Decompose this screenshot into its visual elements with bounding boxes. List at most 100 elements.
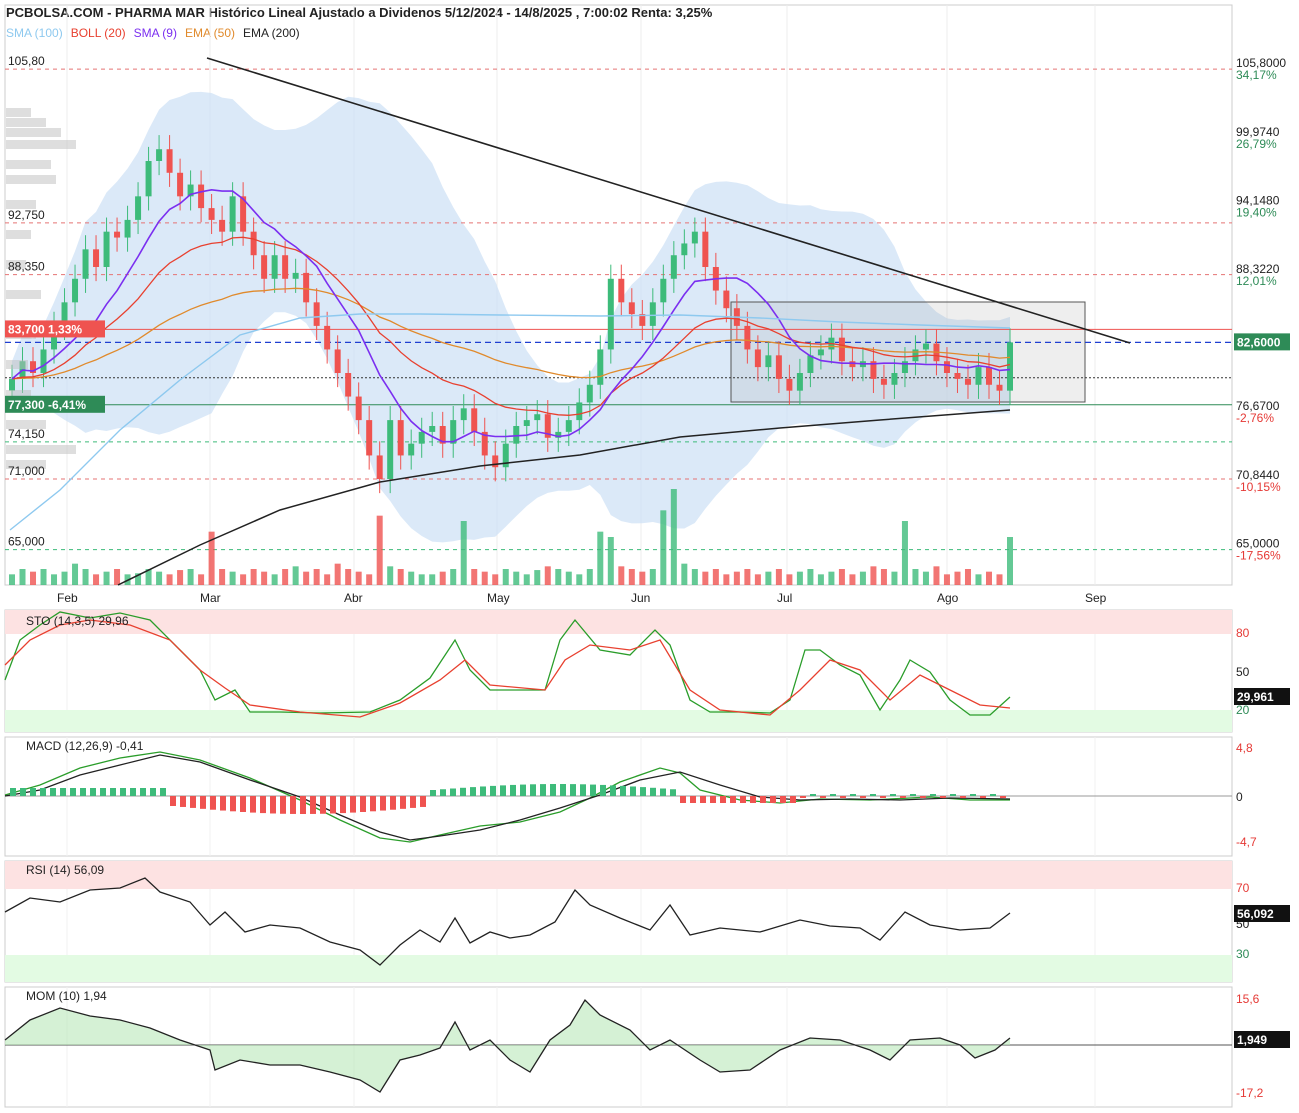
macd-hist-bar bbox=[950, 794, 956, 796]
macd-hist-bar bbox=[500, 785, 506, 796]
candle-body bbox=[922, 343, 929, 350]
macd-hist-bar bbox=[720, 796, 726, 803]
volume-bar bbox=[870, 566, 877, 585]
volume-bar bbox=[229, 571, 236, 585]
right-pct-label: 34,17% bbox=[1236, 68, 1277, 82]
candle-body bbox=[366, 420, 373, 456]
macd-hist-bar bbox=[310, 796, 316, 814]
volume-bar bbox=[292, 566, 299, 585]
candle-body bbox=[1007, 342, 1013, 391]
macd-hist-bar bbox=[240, 796, 246, 812]
volume-bar bbox=[481, 571, 488, 585]
macd-level-bottom: -4,7 bbox=[1236, 835, 1257, 849]
month-label: Sep bbox=[1085, 591, 1107, 605]
volume-bar bbox=[376, 515, 383, 585]
macd-hist-bar bbox=[250, 796, 256, 813]
macd-line bbox=[4, 751, 1010, 843]
macd-hist-bar bbox=[810, 794, 816, 796]
candle-body bbox=[103, 231, 110, 267]
macd-hist-bar bbox=[880, 796, 886, 798]
macd-hist-bar bbox=[990, 794, 996, 796]
volume-bar bbox=[922, 571, 929, 585]
macd-hist-bar bbox=[270, 796, 276, 814]
candle-body bbox=[607, 278, 614, 350]
candle-body bbox=[523, 420, 530, 426]
macd-hist-bar bbox=[940, 796, 946, 798]
macd-hist-bar bbox=[870, 794, 876, 796]
volume-bar bbox=[187, 569, 194, 585]
volume-bar bbox=[513, 571, 520, 585]
macd-hist-bar bbox=[620, 785, 626, 796]
volume-bar bbox=[754, 574, 761, 585]
candle-body bbox=[513, 426, 520, 444]
volume-bar bbox=[985, 571, 992, 585]
volume-bar bbox=[471, 569, 478, 585]
macd-hist-bar bbox=[540, 784, 546, 796]
macd-hist-bar bbox=[120, 788, 126, 796]
volume-bar bbox=[660, 510, 667, 585]
candle-body bbox=[754, 349, 761, 368]
volume-bar bbox=[733, 571, 740, 585]
left-price-label: 92,750 bbox=[8, 208, 45, 222]
volume-bar bbox=[261, 571, 268, 585]
macd-level-zero: 0 bbox=[1236, 790, 1243, 804]
volume-bar bbox=[534, 570, 541, 585]
candle-body bbox=[313, 302, 320, 326]
candle-body bbox=[996, 384, 1003, 391]
candle-body bbox=[250, 231, 257, 256]
candle-body bbox=[954, 373, 961, 379]
candle-body bbox=[219, 219, 226, 232]
left-price-label: 71,000 bbox=[8, 464, 45, 478]
month-label: Abr bbox=[344, 591, 363, 605]
volume-bar bbox=[82, 569, 89, 585]
volume-bar bbox=[859, 571, 866, 585]
candle-body bbox=[114, 231, 121, 238]
volume-bar bbox=[156, 571, 163, 585]
rsi-last-label: 56,092 bbox=[1237, 907, 1274, 921]
rsi-oversold-zone bbox=[5, 955, 1232, 982]
volume-bar bbox=[219, 569, 226, 585]
candle-body bbox=[649, 302, 656, 326]
volume-bar bbox=[198, 574, 205, 585]
candle-body bbox=[534, 414, 541, 421]
rsi-level-30: 30 bbox=[1236, 947, 1250, 961]
macd-hist-bar bbox=[30, 788, 36, 796]
right-pct-label: 26,79% bbox=[1236, 137, 1277, 151]
macd-hist-bar bbox=[300, 796, 306, 814]
chart-root: PCBOLSA.COM - PHARMA MAR Histórico Linea… bbox=[0, 0, 1299, 1113]
tag-low-label: 77,300 -6,41% bbox=[8, 398, 86, 412]
macd-hist-bar bbox=[760, 796, 766, 803]
volume-bar bbox=[849, 574, 856, 585]
macd-hist-bar bbox=[1000, 796, 1006, 798]
candle-body bbox=[765, 355, 772, 368]
candle-body bbox=[744, 325, 751, 350]
macd-hist-bar bbox=[470, 787, 476, 796]
macd-hist-bar bbox=[50, 788, 56, 796]
sto-level-80: 80 bbox=[1236, 626, 1250, 640]
right-pct-label: -17,56% bbox=[1236, 549, 1281, 563]
volume-bar bbox=[240, 574, 247, 585]
volume-bar bbox=[838, 569, 845, 585]
candle-body bbox=[565, 420, 572, 432]
macd-hist-bar bbox=[40, 788, 46, 796]
candle-body bbox=[429, 426, 436, 432]
volume-profile-bar bbox=[6, 360, 28, 369]
volume-bar bbox=[681, 563, 688, 585]
right-pct-label: 19,40% bbox=[1236, 205, 1277, 219]
volume-bar bbox=[114, 569, 121, 585]
volume-bar bbox=[964, 569, 971, 585]
macd-hist-bar bbox=[80, 788, 86, 796]
macd-hist-bar bbox=[480, 786, 486, 796]
macd-hist-bar bbox=[180, 796, 186, 807]
candle-body bbox=[334, 349, 341, 373]
candle-body bbox=[177, 172, 184, 197]
macd-hist-bar bbox=[560, 784, 566, 796]
volume-bar bbox=[177, 570, 184, 585]
volume-profile-bar bbox=[6, 108, 31, 117]
macd-hist-bar bbox=[20, 788, 26, 796]
sto-title: STO (14,3,5) 29,96 bbox=[26, 614, 129, 628]
macd-hist-bar bbox=[150, 788, 156, 796]
candle-body bbox=[72, 278, 79, 303]
candle-body bbox=[156, 149, 163, 161]
volume-bar bbox=[828, 571, 835, 585]
